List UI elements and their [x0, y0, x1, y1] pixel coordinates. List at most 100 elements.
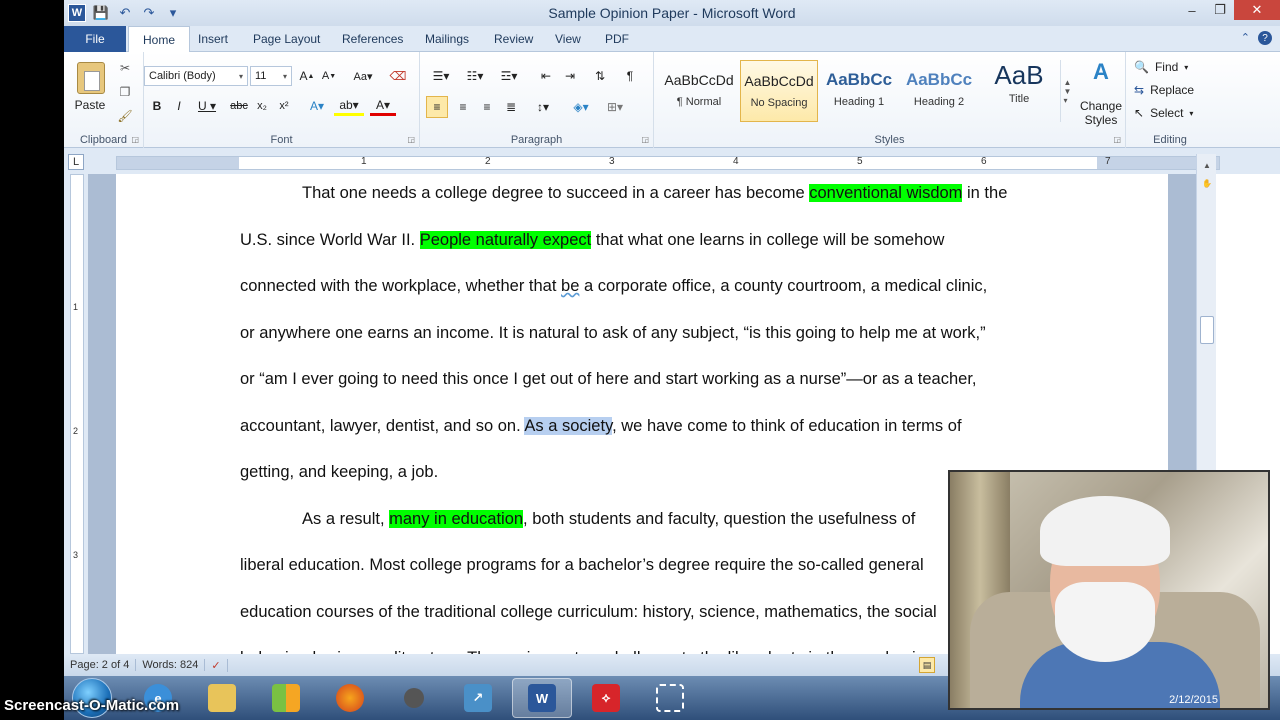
undo-icon[interactable]: ↶	[116, 4, 134, 22]
word-count[interactable]: Words: 824	[136, 659, 206, 671]
change-styles-icon[interactable]: A	[1078, 59, 1124, 84]
style-title-name: Title	[1008, 93, 1030, 105]
style-normal[interactable]: AaBbCcDd ¶ Normal	[660, 60, 738, 122]
scroll-thumb[interactable]	[1200, 316, 1214, 344]
clipboard-launcher-icon[interactable]: ◲	[131, 135, 139, 144]
text-line: connected with the workplace, whether th…	[240, 277, 988, 295]
align-right-icon[interactable]: ≡	[476, 96, 498, 118]
word-logo-icon[interactable]: W	[68, 4, 86, 22]
grow-font-icon[interactable]: A ▲	[298, 66, 316, 86]
copy-icon[interactable]: ❐	[116, 84, 134, 100]
taskbar-snipping[interactable]	[640, 678, 700, 718]
taskbar-word[interactable]: W	[512, 678, 572, 718]
scroll-up-icon[interactable]: ▲	[1200, 158, 1214, 172]
clear-formatting-icon[interactable]: ⌫	[388, 66, 408, 86]
style-normal-sample: AaBbCcDd	[664, 72, 734, 88]
tab-references[interactable]: References	[342, 26, 403, 52]
tab-home[interactable]: Home	[128, 26, 191, 53]
bold-icon[interactable]: B	[148, 96, 166, 116]
clipboard-group: Paste ✂ ❐ 🖌 Clipboard ◲	[64, 52, 144, 148]
save-icon[interactable]: 💾	[92, 4, 110, 22]
tab-review[interactable]: Review	[494, 26, 533, 52]
taskbar-app[interactable]	[256, 678, 316, 718]
tab-view[interactable]: View	[555, 26, 581, 52]
tab-mailings[interactable]: Mailings	[425, 26, 469, 52]
paste-icon[interactable]	[76, 60, 106, 96]
italic-icon[interactable]: I	[170, 96, 188, 116]
redo-icon[interactable]: ↷	[140, 4, 158, 22]
show-formatting-icon[interactable]: ¶	[620, 66, 640, 86]
change-styles-button[interactable]: Change Styles	[1076, 98, 1126, 128]
text-line: or anywhere one earns an income. It is n…	[240, 323, 986, 342]
cut-icon[interactable]: ✂	[116, 60, 134, 76]
align-left-icon[interactable]: ≡	[426, 96, 448, 118]
font-launcher-icon[interactable]: ◲	[407, 135, 415, 144]
taskbar-webcam[interactable]	[384, 678, 444, 718]
taskbar-firefox[interactable]	[320, 678, 380, 718]
select-button[interactable]: ↖ Select ▾	[1134, 106, 1193, 120]
style-no-spacing[interactable]: AaBbCcDd No Spacing	[740, 60, 818, 122]
align-center-icon[interactable]: ≡	[452, 96, 474, 118]
customize-qat-icon[interactable]: ▾	[164, 4, 182, 22]
print-layout-icon[interactable]: ▤	[919, 657, 935, 673]
underline-icon[interactable]: U ▾	[194, 96, 220, 116]
change-case-icon[interactable]: Aa▾	[350, 66, 376, 86]
tab-pdf[interactable]: PDF	[605, 26, 629, 52]
style-heading-1[interactable]: AaBbCc Heading 1	[820, 60, 898, 122]
taskbar-screencast[interactable]: ↗	[448, 678, 508, 718]
shrink-font-icon[interactable]: A ▼	[320, 66, 338, 86]
find-button[interactable]: 🔍 Find ▾	[1134, 60, 1188, 74]
editing-group: 🔍 Find ▾ ⇆ Replace ↖ Select ▾ Editing	[1126, 52, 1214, 148]
document-text[interactable]: That one needs a college degree to succe…	[240, 174, 1060, 654]
styles-label: Styles	[874, 134, 905, 146]
taskbar-explorer[interactable]	[192, 678, 252, 718]
vertical-ruler[interactable]: 1 2 3	[64, 174, 88, 654]
format-painter-icon[interactable]: 🖌	[116, 108, 134, 124]
font-label: Font	[270, 134, 293, 146]
minimize-button[interactable]: –	[1178, 0, 1206, 20]
numbering-icon[interactable]: ☷▾	[462, 66, 488, 86]
borders-icon[interactable]: ⊞▾	[602, 96, 628, 118]
styles-gallery-scroll[interactable]: ▲ ▼ ▾	[1060, 60, 1074, 122]
multilevel-list-icon[interactable]: ☲▾	[496, 66, 522, 86]
paste-button-label[interactable]: Paste	[72, 98, 108, 112]
tab-page-layout[interactable]: Page Layout	[253, 26, 320, 52]
ruler-number: 7	[1105, 156, 1111, 167]
ruler-number: 4	[733, 156, 739, 167]
replace-button[interactable]: ⇆ Replace	[1134, 83, 1194, 97]
superscript-icon[interactable]: x²	[274, 96, 294, 116]
paragraph-launcher-icon[interactable]: ◲	[641, 135, 649, 144]
style-heading-2-sample: AaBbCc	[905, 70, 973, 89]
text-line: getting, and keeping, a job.	[240, 463, 439, 481]
bullets-icon[interactable]: ☰▾	[428, 66, 454, 86]
help-area: ⌃ ?	[1241, 31, 1272, 45]
taskbar-acrobat[interactable]: ⟡	[576, 678, 636, 718]
strikethrough-icon[interactable]: abc	[228, 96, 250, 116]
highlight-color-icon[interactable]: ab▾	[334, 96, 364, 116]
decrease-indent-icon[interactable]: ⇤	[536, 66, 556, 86]
font-size-select[interactable]: 11 ▾	[250, 66, 292, 86]
text-effects-icon[interactable]: A▾	[304, 96, 330, 116]
pan-icon[interactable]: ✋	[1200, 176, 1214, 190]
maximize-button[interactable]: ❐	[1206, 0, 1234, 20]
shading-icon[interactable]: ◈▾	[566, 96, 596, 118]
justify-icon[interactable]: ≣	[500, 96, 522, 118]
font-color-icon[interactable]: A▾	[370, 96, 396, 116]
sort-icon[interactable]: ⇅	[590, 66, 610, 86]
close-button[interactable]: ✕	[1234, 0, 1280, 20]
styles-launcher-icon[interactable]: ◲	[1113, 135, 1121, 144]
font-family-select[interactable]: Calibri (Body) ▾	[144, 66, 248, 86]
style-title[interactable]: AaB Title	[980, 60, 1058, 122]
proofing-icon[interactable]: ✓	[205, 658, 228, 672]
horizontal-ruler[interactable]: 1 2 3 4 5 6 7	[116, 156, 1220, 170]
minimize-ribbon-icon[interactable]: ⌃	[1241, 31, 1250, 45]
subscript-icon[interactable]: x₂	[252, 96, 272, 116]
page-count[interactable]: Page: 2 of 4	[64, 659, 137, 671]
tab-selector[interactable]: L	[68, 154, 84, 170]
tab-file[interactable]: File	[64, 26, 126, 52]
help-icon[interactable]: ?	[1258, 31, 1272, 45]
tab-insert[interactable]: Insert	[198, 26, 228, 52]
increase-indent-icon[interactable]: ⇥	[560, 66, 580, 86]
style-heading-2[interactable]: AaBbCc Heading 2	[900, 60, 978, 122]
line-spacing-icon[interactable]: ↕▾	[530, 96, 556, 118]
